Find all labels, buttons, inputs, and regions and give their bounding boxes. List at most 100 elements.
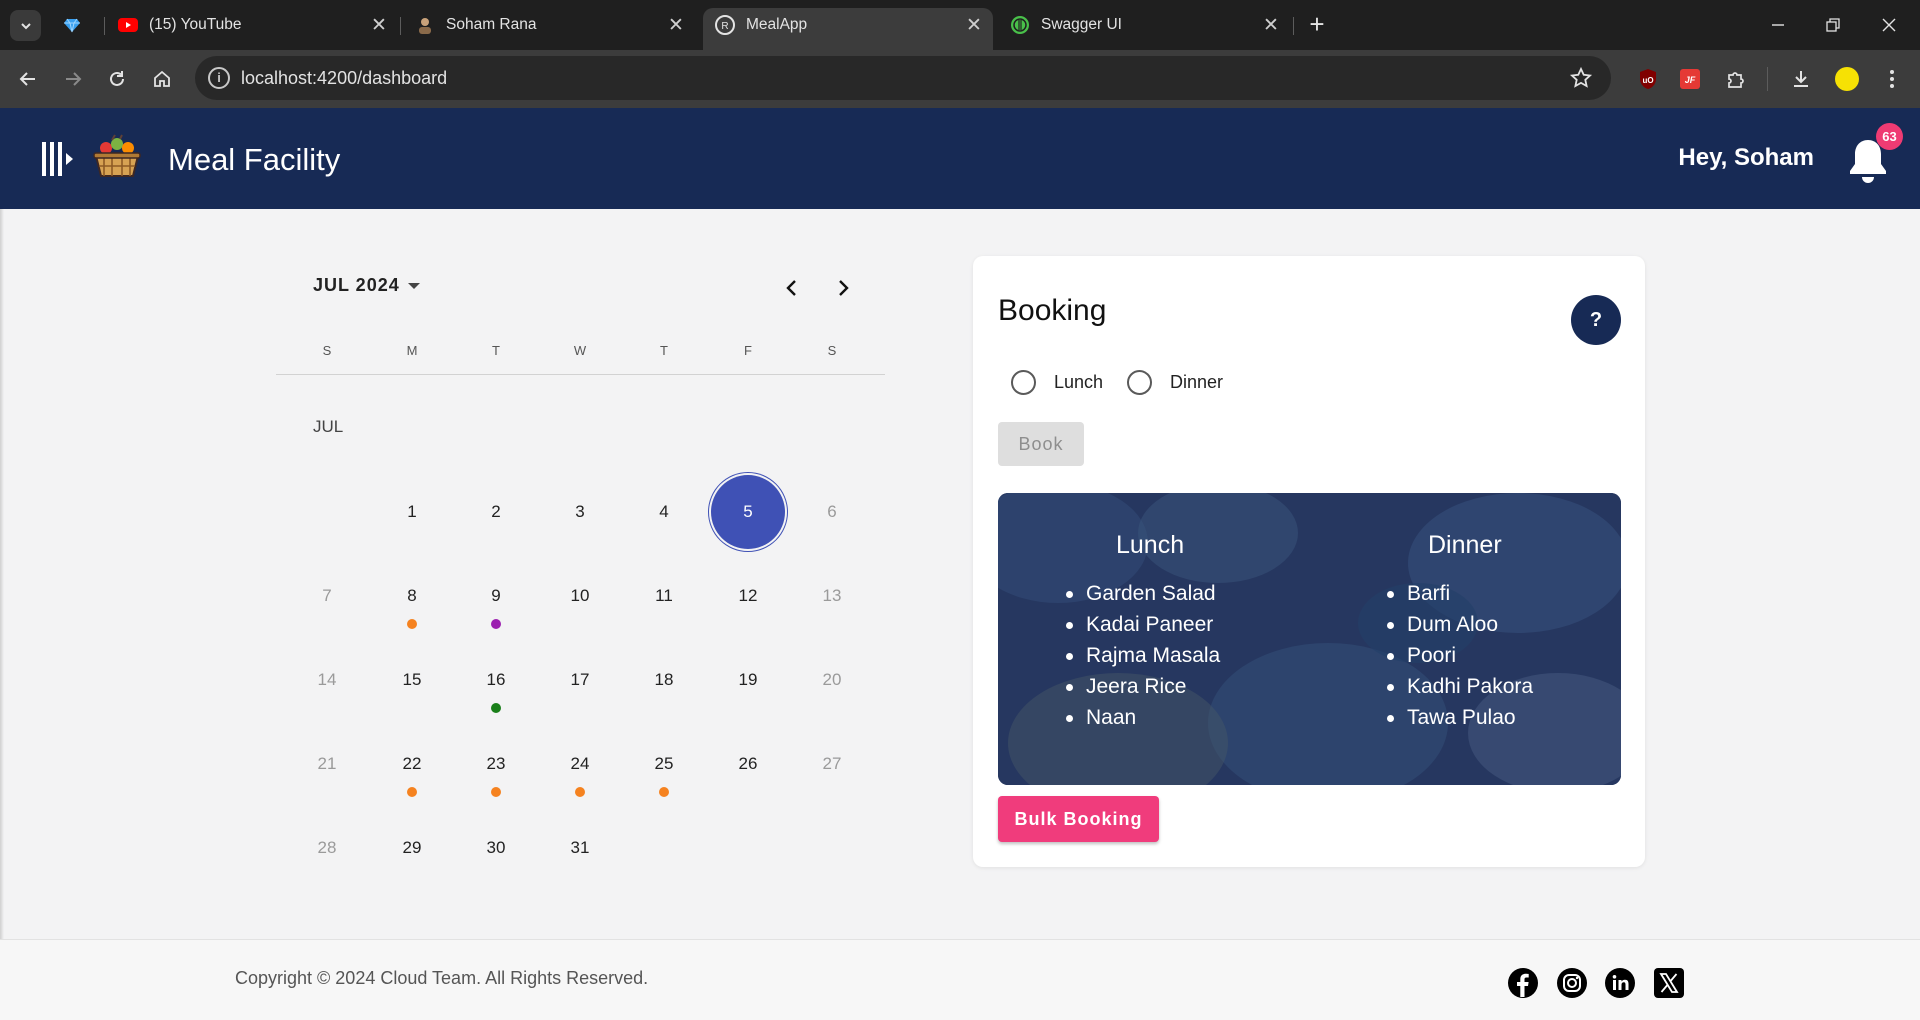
radio-label: Dinner <box>1170 372 1224 392</box>
help-button[interactable]: ? <box>1571 295 1621 345</box>
new-tab-button[interactable]: + <box>1304 11 1330 38</box>
home-icon <box>154 70 170 87</box>
lunch-menu-item: Naan <box>1064 702 1220 733</box>
lunch-menu-item: Garden Salad <box>1064 578 1220 609</box>
bookmark-star-icon[interactable] <box>1569 66 1593 90</box>
close-window-button[interactable] <box>1876 12 1902 38</box>
tab-search-button[interactable] <box>10 10 41 41</box>
site-info-icon[interactable]: i <box>208 67 230 89</box>
home-button[interactable] <box>150 67 174 91</box>
calendar-day[interactable]: 10 <box>543 559 617 633</box>
lunch-radio-option[interactable]: Lunch <box>1011 370 1103 395</box>
calendar-month-label: JUL <box>313 417 344 436</box>
calendar-day[interactable]: 21 <box>290 727 364 801</box>
ublock-extension-icon[interactable]: uO <box>1636 67 1660 91</box>
tab-title: Swagger UI <box>1041 16 1122 33</box>
chevron-left-icon <box>786 280 796 296</box>
booking-card: Booking ? Lunch Dinner Book Lunch Garden… <box>973 256 1645 867</box>
calendar-day[interactable]: 5 <box>711 475 785 549</box>
close-tab-icon[interactable]: ✕ <box>368 14 390 36</box>
booking-title: Booking <box>998 294 1107 327</box>
profile-avatar[interactable] <box>1835 67 1859 91</box>
calendar-divider <box>276 374 885 375</box>
tab-pinned[interactable] <box>62 8 92 42</box>
calendar-day[interactable]: 6 <box>795 475 869 549</box>
calendar-day[interactable]: 1 <box>375 475 449 549</box>
dinner-menu-title: Dinner <box>1428 531 1502 559</box>
dinner-radio-option[interactable]: Dinner <box>1127 370 1223 395</box>
reload-button[interactable] <box>105 67 129 91</box>
tab-mealapp[interactable]: R MealApp ✕ <box>703 8 993 50</box>
calendar-day[interactable]: 18 <box>627 643 701 717</box>
booking-marker-dot <box>659 787 669 797</box>
lunch-menu: Lunch Garden Salad Kadai Paneer Rajma Ma… <box>1064 531 1220 733</box>
chevron-down-icon <box>20 22 31 29</box>
booking-marker-dot <box>491 703 501 713</box>
youtube-icon <box>118 15 138 35</box>
booking-marker-dot <box>407 619 417 629</box>
book-button[interactable]: Book <box>998 422 1084 466</box>
url-text[interactable]: localhost:4200/dashboard <box>241 68 447 89</box>
next-month-button[interactable] <box>828 273 858 303</box>
tab-soham-rana[interactable]: Soham Rana ✕ <box>415 8 687 42</box>
calendar-day[interactable]: 30 <box>459 811 533 885</box>
weekday-header: F <box>744 343 752 358</box>
extensions-puzzle-icon[interactable] <box>1724 67 1748 91</box>
minimize-button[interactable] <box>1765 12 1791 38</box>
notification-count-badge: 63 <box>1876 123 1903 150</box>
svg-text:uO: uO <box>1642 76 1653 85</box>
lunch-menu-item: Kadai Paneer <box>1064 609 1220 640</box>
calendar-day[interactable]: 15 <box>375 643 449 717</box>
svg-text:JF: JF <box>1685 75 1696 85</box>
weekday-header: M <box>406 343 418 358</box>
linkedin-icon[interactable] <box>1604 967 1636 999</box>
calendar-day[interactable]: 19 <box>711 643 785 717</box>
calendar-day[interactable]: 14 <box>290 643 364 717</box>
browser-menu-icon[interactable] <box>1880 67 1904 91</box>
bulk-booking-button[interactable]: Bulk Booking <box>998 796 1159 842</box>
lunch-menu-list: Garden Salad Kadai Paneer Rajma Masala J… <box>1064 578 1220 733</box>
calendar-day[interactable]: 20 <box>795 643 869 717</box>
calendar-day[interactable]: 4 <box>627 475 701 549</box>
x-twitter-icon[interactable] <box>1653 967 1685 999</box>
tab-title: (15) YouTube <box>149 16 242 33</box>
tab-title: MealApp <box>746 16 808 33</box>
tab-swagger[interactable]: Swagger UI ✕ <box>1010 8 1282 42</box>
radio-button[interactable] <box>1127 370 1152 395</box>
forward-button[interactable] <box>61 67 85 91</box>
back-button[interactable] <box>16 67 40 91</box>
calendar-day[interactable]: 13 <box>795 559 869 633</box>
calendar-day[interactable]: 17 <box>543 643 617 717</box>
calendar-day[interactable]: 29 <box>375 811 449 885</box>
instagram-icon[interactable] <box>1556 967 1588 999</box>
browser-toolbar: i localhost:4200/dashboard uO JF <box>0 50 1920 108</box>
downloads-icon[interactable] <box>1789 67 1813 91</box>
restore-button[interactable] <box>1820 12 1846 38</box>
facebook-icon[interactable] <box>1507 967 1539 999</box>
svg-text:R: R <box>721 21 728 32</box>
weekday-header: T <box>660 343 668 358</box>
calendar-day[interactable]: 7 <box>290 559 364 633</box>
calendar-day[interactable]: 27 <box>795 727 869 801</box>
calendar-day[interactable]: 31 <box>543 811 617 885</box>
json-extension-icon[interactable]: JF <box>1678 67 1702 91</box>
calendar-day[interactable]: 11 <box>627 559 701 633</box>
dinner-menu-list: Barfi Dum Aloo Poori Kadhi Pakora Tawa P… <box>1385 578 1533 733</box>
sidebar-toggle-icon[interactable] <box>42 140 74 178</box>
month-year-selector[interactable]: JUL 2024 <box>313 275 420 296</box>
calendar-day[interactable]: 28 <box>290 811 364 885</box>
address-bar[interactable]: i localhost:4200/dashboard <box>195 56 1611 100</box>
lunch-menu-item: Rajma Masala <box>1064 640 1220 671</box>
menu-panel: Lunch Garden Salad Kadai Paneer Rajma Ma… <box>998 493 1621 785</box>
close-tab-icon[interactable]: ✕ <box>963 14 985 36</box>
radio-button[interactable] <box>1011 370 1036 395</box>
tab-title: Soham Rana <box>446 16 537 33</box>
close-tab-icon[interactable]: ✕ <box>1260 14 1282 36</box>
calendar-day[interactable]: 12 <box>711 559 785 633</box>
calendar-day[interactable]: 2 <box>459 475 533 549</box>
close-tab-icon[interactable]: ✕ <box>665 14 687 36</box>
tab-youtube[interactable]: (15) YouTube ✕ <box>118 8 390 42</box>
calendar-day[interactable]: 3 <box>543 475 617 549</box>
previous-month-button[interactable] <box>777 273 807 303</box>
calendar-day[interactable]: 26 <box>711 727 785 801</box>
